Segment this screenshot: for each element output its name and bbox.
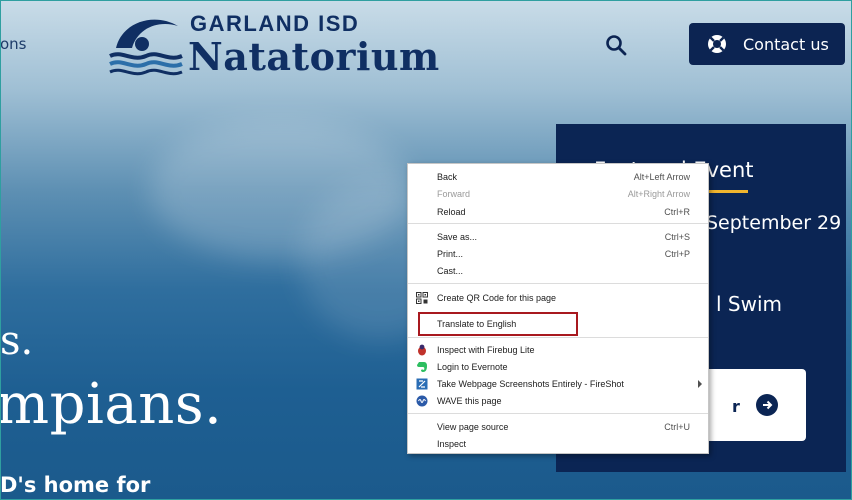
- menu-item-label: Create QR Code for this page: [437, 293, 557, 303]
- menu-item-wave[interactable]: WAVE this page: [408, 393, 708, 410]
- logo-facility-name: Natatorium: [188, 34, 440, 79]
- menu-item-create-qr-code[interactable]: Create QR Code for this page: [408, 290, 708, 307]
- hero-subtitle-fragment: D's home for: [0, 473, 151, 497]
- menu-item-shortcut: Ctrl+P: [664, 249, 690, 259]
- qr-code-icon: [416, 292, 428, 304]
- site-logo[interactable]: GARLAND ISD Natatorium: [108, 10, 468, 80]
- nav-link-fragment[interactable]: ons: [0, 35, 27, 53]
- menu-item-evernote[interactable]: Login to Evernote: [408, 359, 708, 376]
- menu-item-forward[interactable]: Forward Alt+Right Arrow: [408, 186, 708, 203]
- submenu-arrow-icon: [698, 380, 702, 388]
- menu-item-shortcut: Alt+Left Arrow: [633, 172, 690, 182]
- menu-separator: [408, 283, 708, 284]
- menu-item-label: Inspect: [437, 439, 467, 449]
- menu-item-back[interactable]: Back Alt+Left Arrow: [408, 169, 708, 186]
- fireshot-icon: [416, 378, 428, 390]
- menu-item-reload[interactable]: Reload Ctrl+R: [408, 204, 708, 221]
- menu-item-label: Take Webpage Screenshots Entirely - Fire…: [437, 379, 624, 389]
- menu-item-shortcut: Ctrl+R: [664, 207, 690, 217]
- menu-item-label: WAVE this page: [437, 396, 502, 406]
- contact-us-label: Contact us: [743, 34, 829, 54]
- menu-item-shortcut: Ctrl+S: [664, 232, 690, 242]
- menu-item-label: View page source: [437, 422, 509, 432]
- search-icon[interactable]: [604, 33, 628, 57]
- hero-line-fragment: s.: [0, 318, 34, 364]
- event-title: l Swim: [716, 292, 783, 316]
- menu-item-label: Forward: [437, 189, 471, 199]
- evernote-icon: [417, 362, 427, 372]
- menu-item-firebug[interactable]: Inspect with Firebug Lite: [408, 342, 708, 359]
- menu-item-label: Save as...: [437, 232, 478, 242]
- menu-item-save-as[interactable]: Save as... Ctrl+S: [408, 229, 708, 246]
- menu-item-label: Print...: [437, 249, 464, 259]
- menu-separator: [408, 337, 708, 338]
- menu-item-print[interactable]: Print... Ctrl+P: [408, 246, 708, 263]
- menu-item-shortcut: Ctrl+U: [664, 422, 690, 432]
- menu-item-label: Back: [437, 172, 458, 182]
- hero-title-fragment: mpians.: [0, 372, 223, 437]
- menu-item-inspect[interactable]: Inspect: [408, 436, 708, 453]
- menu-separator: [408, 223, 708, 224]
- menu-item-view-source[interactable]: View page source Ctrl+U: [408, 419, 708, 436]
- browser-context-menu: Back Alt+Left Arrow Forward Alt+Right Ar…: [407, 163, 709, 454]
- menu-item-label: Inspect with Firebug Lite: [437, 345, 535, 355]
- wave-icon: [416, 395, 428, 407]
- menu-item-shortcut: Alt+Right Arrow: [627, 189, 690, 199]
- swimmer-wave-logo-icon: [109, 19, 183, 76]
- contact-us-button[interactable]: Contact us: [689, 23, 845, 65]
- menu-item-cast[interactable]: Cast...: [408, 263, 708, 280]
- firebug-icon: [418, 344, 426, 356]
- menu-item-fireshot[interactable]: Take Webpage Screenshots Entirely - Fire…: [408, 376, 708, 393]
- event-button-label: r: [732, 397, 740, 416]
- menu-item-label: Login to Evernote: [437, 362, 508, 372]
- arrow-right-icon: [756, 394, 778, 416]
- event-date: September 29: [706, 212, 842, 234]
- lifebuoy-icon: [708, 35, 726, 53]
- menu-separator: [408, 413, 708, 414]
- highlight-annotation: [418, 312, 578, 336]
- menu-item-label: Cast...: [437, 266, 464, 276]
- menu-item-label: Reload: [437, 207, 466, 217]
